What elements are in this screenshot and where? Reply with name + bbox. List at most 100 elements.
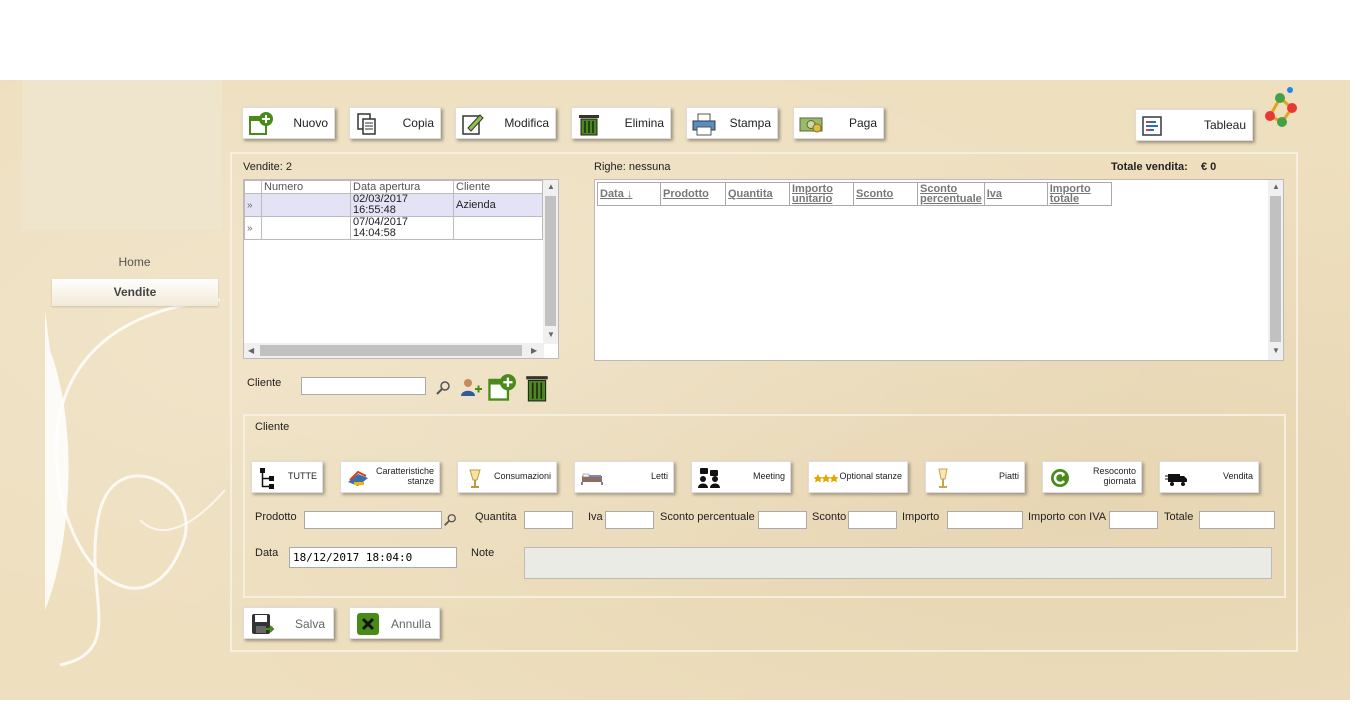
lines-status: Righe: nessuna [594, 161, 671, 173]
lines-table: Data ↓ Prodotto Quantita Importo unitari… [597, 182, 1112, 206]
sales-grid[interactable]: Numero Data apertura Cliente » 02/03/201… [243, 179, 559, 359]
col-cliente[interactable]: Cliente [453, 180, 543, 194]
col-sconto[interactable]: Sconto [853, 182, 918, 206]
salva-button[interactable]: Salva [243, 607, 334, 639]
trash-icon [579, 115, 599, 136]
stars-icon [814, 474, 838, 483]
data-input[interactable] [289, 547, 457, 568]
row-selector-icon: » [244, 193, 262, 217]
category-label: Piatti [998, 471, 1019, 481]
save-icon [252, 614, 275, 634]
totale-input[interactable] [1199, 511, 1275, 529]
total-sale-value: € 0 [1201, 161, 1217, 173]
scroll-down-arrow-icon[interactable]: ▼ [547, 330, 555, 339]
scroll-up-arrow-icon[interactable]: ▲ [1272, 182, 1280, 191]
category-tutte-button[interactable]: TUTTE [251, 461, 323, 493]
bed-icon [581, 473, 603, 485]
prodotto-input[interactable] [304, 511, 442, 529]
col-data-apertura[interactable]: Data apertura [350, 180, 454, 194]
category-vendita-button[interactable]: Vendita [1159, 461, 1259, 493]
table-row[interactable]: » 07/04/2017 14:04:58 [244, 216, 543, 240]
category-letti-button[interactable]: Letti [574, 461, 674, 493]
salva-label: Salva [294, 617, 325, 631]
sales-count: Vendite: 2 [243, 161, 292, 173]
category-consumazioni-button[interactable]: Consumazioni [457, 461, 557, 493]
copia-label: Copia [402, 116, 434, 130]
nav-home[interactable]: Home [52, 255, 217, 273]
scroll-thumb[interactable] [1270, 196, 1281, 342]
sconto-percentuale-input[interactable] [758, 511, 807, 529]
modifica-label: Modifica [504, 116, 549, 130]
cell-data-apertura: 02/03/2017 16:55:48 [350, 193, 454, 217]
scroll-down-arrow-icon[interactable]: ▼ [1272, 346, 1280, 355]
stampa-button[interactable]: Stampa [686, 107, 778, 139]
category-label: Caratteristiche stanze [375, 466, 434, 486]
category-label: Meeting [752, 471, 785, 481]
category-label: Vendita [1222, 471, 1253, 481]
iva-input[interactable] [605, 511, 654, 529]
cliente-filter-input[interactable] [301, 377, 426, 395]
lines-grid[interactable]: Data ↓ Prodotto Quantita Importo unitari… [594, 179, 1284, 361]
note-textarea[interactable] [524, 547, 1272, 579]
nav-vendite[interactable]: Vendite [52, 279, 218, 306]
scroll-thumb[interactable] [260, 345, 522, 356]
category-label: Optional stanze [839, 471, 902, 481]
elimina-button[interactable]: Elimina [571, 107, 671, 139]
importo-input[interactable] [947, 511, 1023, 529]
scroll-right-arrow-icon[interactable]: ▶ [531, 346, 537, 355]
scroll-thumb[interactable] [545, 196, 556, 326]
sales-table: Numero Data apertura Cliente » 02/03/201… [244, 180, 543, 240]
remove-customer-icon[interactable] [523, 373, 551, 403]
col-data[interactable]: Data ↓ [597, 182, 661, 206]
col-importo-totale[interactable]: Importo totale [1046, 182, 1112, 206]
table-row[interactable]: » 02/03/2017 16:55:48 Azienda [244, 193, 543, 217]
category-label: Resoconto giornata [1092, 466, 1136, 486]
category-optional-stanze-button[interactable]: Optional stanze [808, 461, 908, 493]
importo-iva-label: Importo con IVA [1028, 511, 1107, 523]
meeting-icon [698, 468, 720, 488]
tableau-button[interactable]: Tableau [1135, 109, 1253, 141]
row-selector-icon: » [244, 216, 262, 240]
paga-button[interactable]: Paga [793, 107, 884, 139]
product-search-icon[interactable] [443, 513, 457, 527]
modifica-button[interactable]: Modifica [455, 107, 556, 139]
decorative-swirl [45, 298, 226, 667]
cocktail-icon [938, 468, 948, 488]
search-icon[interactable] [435, 380, 451, 396]
col-iva[interactable]: Iva [983, 182, 1048, 206]
cell-cliente: Azienda [453, 193, 543, 217]
importo-iva-input[interactable] [1109, 511, 1158, 529]
nuovo-label: Nuovo [293, 116, 328, 130]
cell-time: 14:04:58 [353, 227, 396, 239]
sconto-input[interactable] [848, 511, 897, 529]
sales-horizontal-scrollbar[interactable]: ◀ ▶ [244, 343, 544, 358]
scroll-left-arrow-icon[interactable]: ◀ [248, 346, 254, 355]
panel-title: Cliente [255, 421, 290, 433]
sales-vertical-scrollbar[interactable]: ▲ ▼ [543, 180, 558, 344]
lines-vertical-scrollbar[interactable]: ▲ ▼ [1268, 180, 1283, 360]
col-prodotto[interactable]: Prodotto [660, 182, 726, 206]
cell-time: 16:55:48 [353, 204, 396, 216]
quantita-label: Quantita [475, 511, 517, 523]
copy-icon [357, 113, 376, 135]
category-meeting-button[interactable]: Meeting [691, 461, 791, 493]
cancel-icon [357, 613, 379, 635]
category-resoconto-giornata-button[interactable]: Resoconto giornata [1042, 461, 1142, 493]
category-caratteristiche-stanze-button[interactable]: Caratteristiche stanze [340, 461, 440, 493]
prodotto-label: Prodotto [255, 511, 297, 523]
add-customer-icon[interactable] [486, 373, 516, 403]
sales-header-row: Numero Data apertura Cliente [244, 180, 543, 194]
customer-icon[interactable] [459, 377, 483, 397]
scroll-up-arrow-icon[interactable]: ▲ [547, 182, 555, 191]
annulla-button[interactable]: Annulla [349, 607, 440, 639]
copia-button[interactable]: Copia [349, 107, 441, 139]
quantita-input[interactable] [524, 511, 573, 529]
stampa-label: Stampa [729, 116, 771, 130]
sidebar-logo-area [22, 80, 222, 230]
category-piatti-button[interactable]: Piatti [925, 461, 1025, 493]
col-quantita[interactable]: Quantita [725, 182, 790, 206]
col-importo-unitario[interactable]: Importo unitario [789, 182, 854, 206]
col-numero[interactable]: Numero [261, 180, 351, 194]
col-sconto-percentuale[interactable]: Sconto percentuale [917, 182, 985, 206]
nuovo-button[interactable]: Nuovo [242, 107, 335, 139]
